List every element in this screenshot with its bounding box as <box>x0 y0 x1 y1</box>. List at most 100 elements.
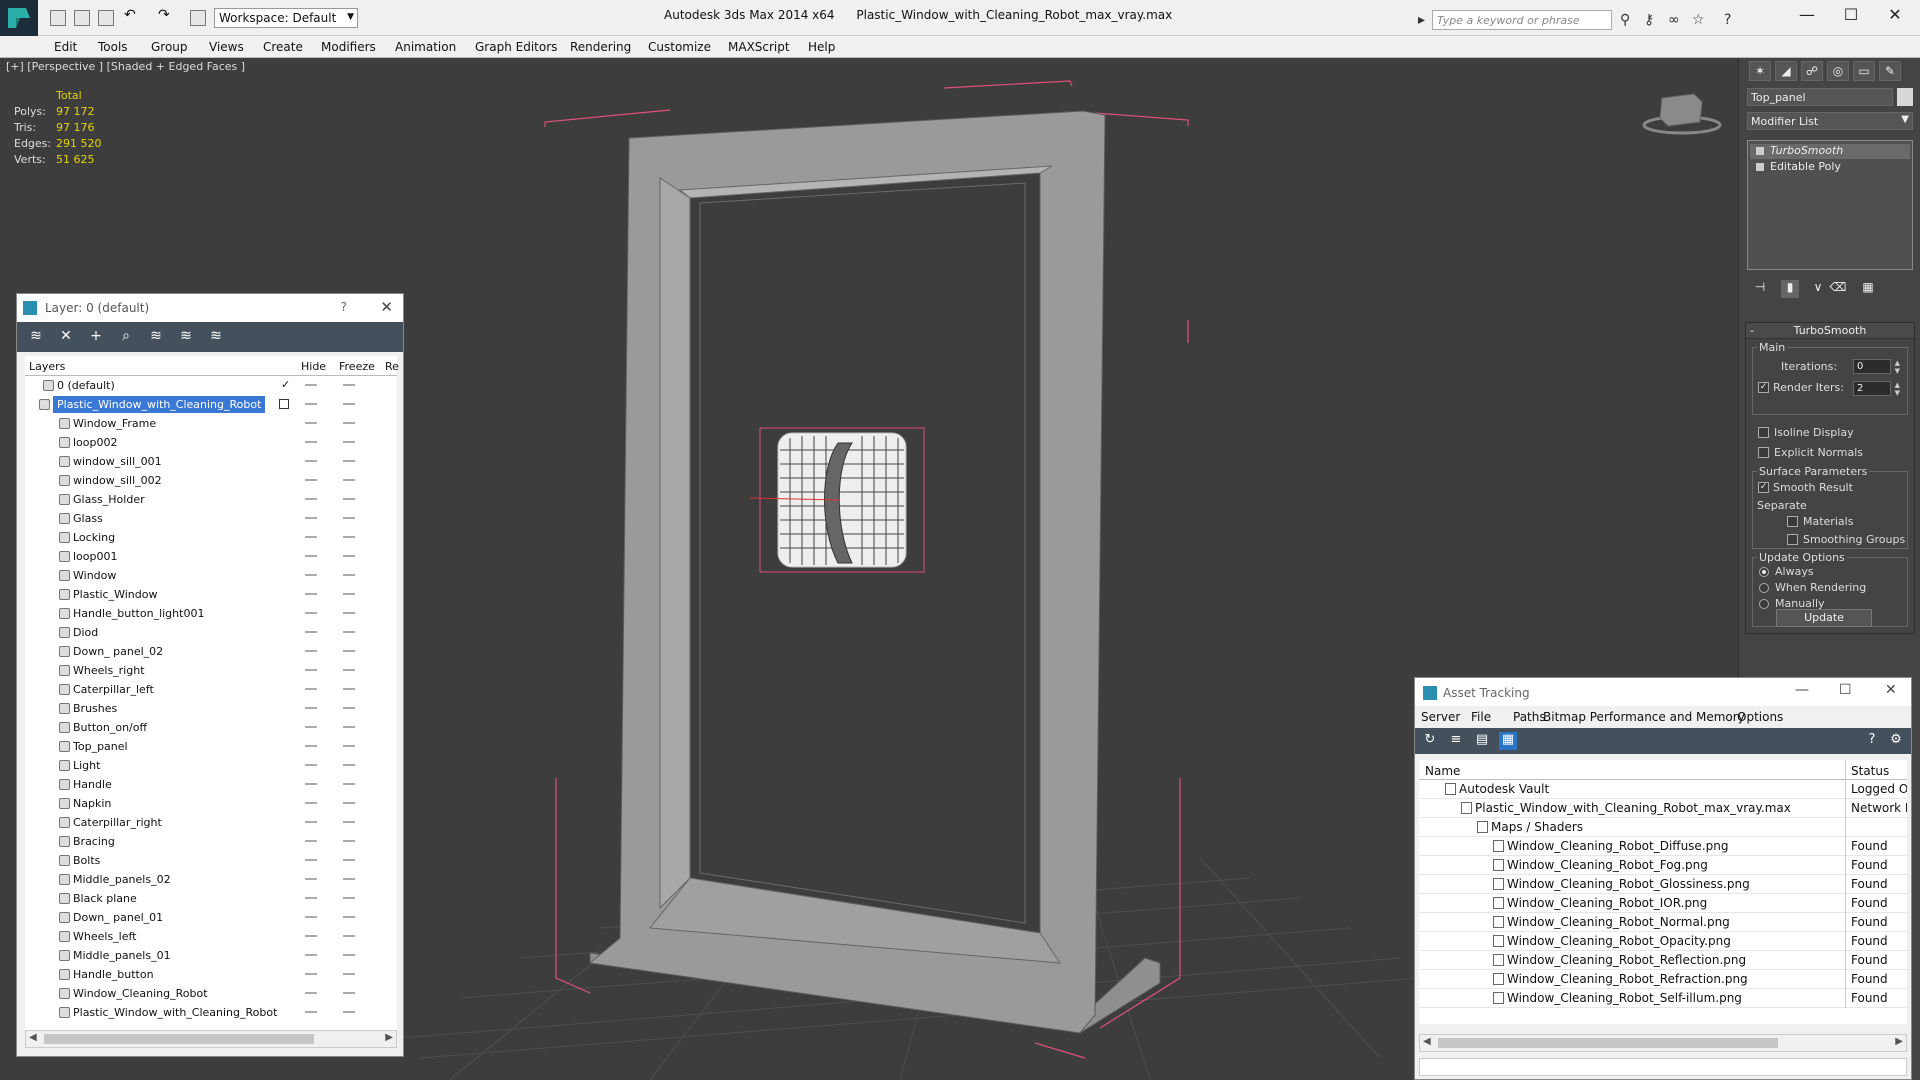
hide-toggle[interactable] <box>305 479 317 481</box>
object-row[interactable]: Bracing <box>25 832 397 851</box>
expand-icon[interactable] <box>1756 163 1764 171</box>
freeze-toggle[interactable] <box>343 593 355 595</box>
asset-row[interactable]: Autodesk Vault Logged Ou <box>1419 780 1907 799</box>
open-file-icon[interactable] <box>74 10 90 26</box>
freeze-toggle[interactable] <box>343 783 355 785</box>
add-to-layer-icon[interactable]: + <box>87 328 105 346</box>
freeze-toggle[interactable] <box>343 517 355 519</box>
always-radio[interactable] <box>1759 567 1769 577</box>
asset-row[interactable]: Window_Cleaning_Robot_Refraction.png Foun… <box>1419 970 1907 989</box>
menu-file[interactable]: File <box>1471 710 1491 724</box>
freeze-toggle[interactable] <box>343 631 355 633</box>
object-row[interactable]: window_sill_001 <box>25 452 397 471</box>
hide-toggle[interactable] <box>305 441 317 443</box>
iterations-spinner[interactable]: 0 ▲ ▼ <box>1853 359 1900 375</box>
object-row[interactable]: Diod <box>25 623 397 642</box>
hide-toggle[interactable] <box>305 878 317 880</box>
hide-all-icon[interactable]: ≋ <box>177 328 195 346</box>
key-icon[interactable]: ⚷ <box>1644 12 1654 28</box>
menu-options[interactable]: Options <box>1737 710 1783 724</box>
hide-toggle[interactable] <box>305 859 317 861</box>
hide-toggle[interactable] <box>305 897 317 899</box>
smoothing-groups-checkbox[interactable] <box>1787 534 1798 545</box>
object-row[interactable]: window_sill_002 <box>25 471 397 490</box>
menu-animation[interactable]: Animation <box>395 40 456 54</box>
binoculars-icon[interactable]: ⚲ <box>1620 12 1630 28</box>
render-iters-spinner[interactable]: 2 ▲ ▼ <box>1853 381 1900 397</box>
display-tab-icon[interactable]: ▭ <box>1853 61 1875 81</box>
object-row[interactable]: Window_Frame <box>25 414 397 433</box>
column-freeze[interactable]: Freeze <box>339 360 375 373</box>
freeze-toggle[interactable] <box>343 460 355 462</box>
redo-icon[interactable]: ↷ <box>158 7 174 23</box>
layer-row-default[interactable]: 0 (default) ✓ <box>25 376 397 395</box>
object-row[interactable]: Handle <box>25 775 397 794</box>
freeze-all-icon[interactable]: ≋ <box>207 328 225 346</box>
object-row[interactable]: Caterpillar_left <box>25 680 397 699</box>
hide-toggle[interactable] <box>305 422 317 424</box>
utilities-tab-icon[interactable]: ✎ <box>1879 61 1901 81</box>
help-icon[interactable]: ? <box>341 300 347 314</box>
layer-manager-title-bar[interactable]: Layer: 0 (default) ? ✕ <box>17 294 403 322</box>
freeze-toggle[interactable] <box>343 726 355 728</box>
help-icon[interactable]: ? <box>1724 12 1731 28</box>
table-view-icon[interactable]: ▦ <box>1499 732 1517 750</box>
object-row[interactable]: loop002 <box>25 433 397 452</box>
asset-row[interactable]: Plastic_Window_with_Cleaning_Robot_max_v… <box>1419 799 1907 818</box>
hide-toggle[interactable] <box>305 745 317 747</box>
close-icon[interactable]: ✕ <box>380 298 393 316</box>
layer-row-selected[interactable]: Plastic_Window_with_Cleaning_Robot <box>25 395 397 414</box>
column-separator[interactable] <box>1845 760 1846 780</box>
layer-horizontal-scrollbar[interactable]: ◀ ▶ <box>25 1030 397 1048</box>
menu-paths[interactable]: Paths <box>1513 710 1546 724</box>
asset-row[interactable]: Window_Cleaning_Robot_Fog.png Found <box>1419 856 1907 875</box>
hide-toggle[interactable] <box>305 612 317 614</box>
collapse-icon[interactable]: - <box>1750 323 1754 339</box>
asset-row[interactable]: Window_Cleaning_Robot_IOR.png Found <box>1419 894 1907 913</box>
asset-horizontal-scrollbar[interactable]: ◀ ▶ <box>1419 1034 1907 1052</box>
freeze-toggle[interactable] <box>343 745 355 747</box>
hide-toggle[interactable] <box>305 403 317 405</box>
hide-toggle[interactable] <box>305 517 317 519</box>
search-input[interactable]: Type a keyword or phrase <box>1432 10 1612 30</box>
project-folder-icon[interactable] <box>190 10 206 26</box>
hide-toggle[interactable] <box>305 916 317 918</box>
hide-toggle[interactable] <box>305 650 317 652</box>
column-status[interactable]: Status <box>1851 764 1889 778</box>
menu-edit[interactable]: Edit <box>54 40 77 54</box>
workspace-dropdown[interactable]: Workspace: Default ▼ <box>214 8 358 28</box>
hide-toggle[interactable] <box>305 574 317 576</box>
column-render[interactable]: Re <box>385 360 399 373</box>
menu-modifiers[interactable]: Modifiers <box>321 40 376 54</box>
freeze-toggle[interactable] <box>343 1011 355 1013</box>
hide-toggle[interactable] <box>305 802 317 804</box>
menu-tools[interactable]: Tools <box>98 40 128 54</box>
freeze-toggle[interactable] <box>343 840 355 842</box>
maximize-icon[interactable]: ☐ <box>1839 682 1852 698</box>
minimize-icon[interactable]: — <box>1795 682 1809 698</box>
scrollbar-thumb[interactable] <box>44 1034 314 1044</box>
make-unique-icon[interactable]: ∨ <box>1809 280 1827 298</box>
freeze-toggle[interactable] <box>343 441 355 443</box>
freeze-toggle[interactable] <box>343 650 355 652</box>
scroll-right-icon[interactable]: ▶ <box>385 1032 393 1043</box>
explicit-normals-checkbox[interactable] <box>1758 447 1769 458</box>
object-row[interactable]: Plastic_Window <box>25 585 397 604</box>
freeze-toggle[interactable] <box>343 384 355 386</box>
isoline-display-checkbox[interactable] <box>1758 427 1769 438</box>
hide-toggle[interactable] <box>305 783 317 785</box>
hide-toggle[interactable] <box>305 935 317 937</box>
freeze-toggle[interactable] <box>343 422 355 424</box>
object-row[interactable]: Wheels_right <box>25 661 397 680</box>
freeze-toggle[interactable] <box>343 707 355 709</box>
hide-toggle[interactable] <box>305 726 317 728</box>
smooth-result-checkbox[interactable]: ✓ <box>1758 482 1769 493</box>
hide-toggle[interactable] <box>305 498 317 500</box>
column-layers[interactable]: Layers <box>29 360 65 373</box>
menu-bitmap-performance[interactable]: Bitmap Performance and Memory <box>1543 710 1745 724</box>
help-icon[interactable]: ? <box>1863 732 1881 750</box>
freeze-toggle[interactable] <box>343 403 355 405</box>
bulb-icon[interactable] <box>1756 147 1764 155</box>
create-tab-icon[interactable]: ✶ <box>1749 61 1771 81</box>
scrollbar-thumb[interactable] <box>1438 1038 1778 1048</box>
